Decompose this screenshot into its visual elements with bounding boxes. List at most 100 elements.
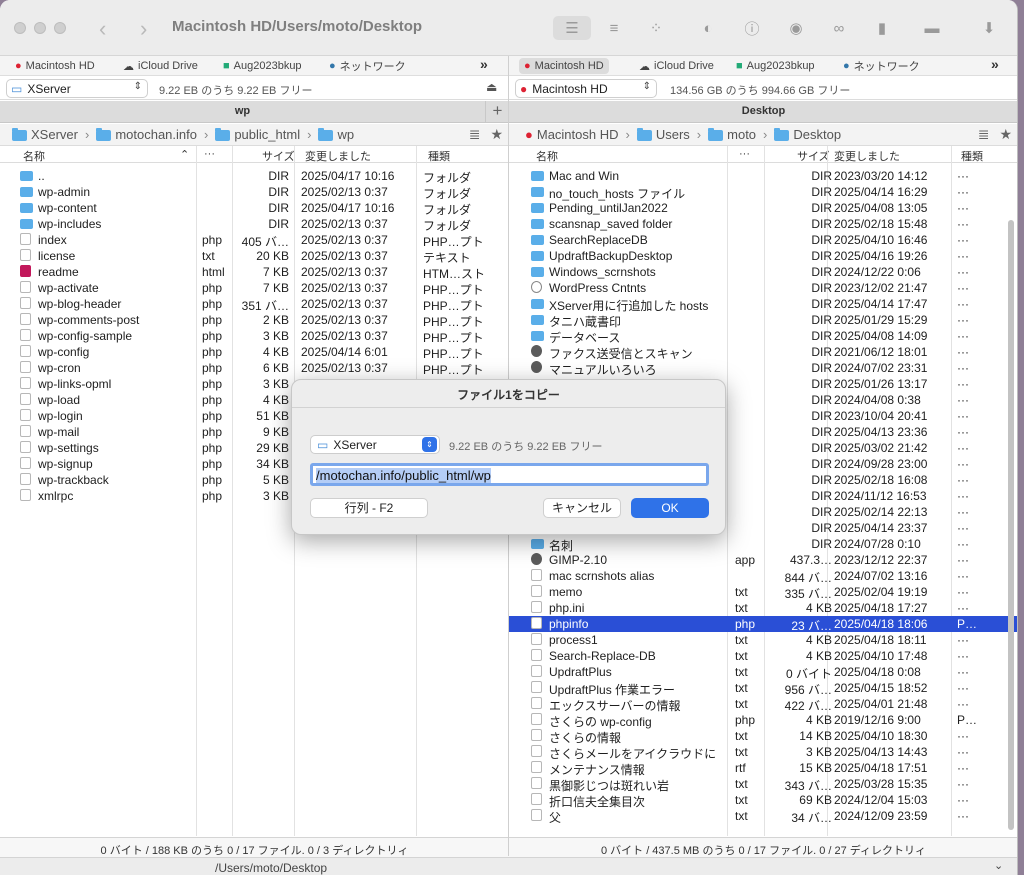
table-row[interactable]: さくらの情報 txt 14 KB 2025/04/10 18:30 ··· xyxy=(509,728,1017,745)
table-row[interactable]: GIMP-2.10 app 437.3… 2023/12/12 22:37 ··· xyxy=(509,552,1017,568)
crumb-users[interactable]: Users xyxy=(656,127,690,142)
right-tab[interactable]: Desktop xyxy=(509,105,1017,117)
table-row[interactable]: さくらメールをアイクラウドに txt 3 KB 2025/04/13 14:43 ··· xyxy=(509,744,1017,761)
list-view-icon[interactable]: ☰ xyxy=(553,16,591,40)
crumb-macintosh-hd[interactable]: Macintosh HD xyxy=(537,127,619,142)
download-icon[interactable]: ⬇ xyxy=(975,16,1003,40)
toggle-icon[interactable]: ◐ xyxy=(694,16,722,40)
back-arrow-icon[interactable]: ‹ xyxy=(99,16,106,42)
table-row[interactable]: wp-admin DIR 2025/02/13 0:37 フォルダ xyxy=(0,184,509,201)
crumb-xserver[interactable]: XServer xyxy=(31,127,78,142)
table-row[interactable]: Pending_untilJan2022 DIR 2025/04/08 13:05 ·… xyxy=(509,200,1017,216)
brief-view-icon[interactable]: ≡ xyxy=(600,16,628,40)
table-row[interactable]: readme html 7 KB 2025/02/13 0:37 HTM…スト xyxy=(0,264,509,281)
table-row[interactable]: wp-cron php 6 KB 2025/02/13 0:37 PHP…プト xyxy=(0,360,509,377)
cancel-button[interactable]: キャンセル xyxy=(543,498,621,518)
table-row[interactable]: wp-blog-header php 351 バ… 2025/02/13 0:37 PH… xyxy=(0,296,509,313)
table-row[interactable]: scansnap_saved folder DIR 2025/02/18 15:48… xyxy=(509,216,1017,232)
fav-macintosh-hd[interactable]: ● Macintosh HD xyxy=(10,58,100,74)
table-row[interactable]: phpinfo php 23 バ… 2025/04/18 18:06 P… xyxy=(509,616,1017,633)
crumb-motochan[interactable]: motochan.info xyxy=(115,127,197,142)
minimize-window-button[interactable] xyxy=(34,22,46,34)
table-row[interactable]: 折口信夫全集目次 txt 69 KB 2024/12/04 15:03 ··· xyxy=(509,792,1017,809)
star-icon[interactable]: ★ xyxy=(490,126,503,143)
table-row[interactable]: Search-Replace-DB txt 4 KB 2025/04/10 17:48… xyxy=(509,648,1017,664)
table-row[interactable]: 父 txt 34 バ… 2024/12/09 23:59 ··· xyxy=(509,808,1017,825)
table-row[interactable]: 黒御影じつは斑れい岩 txt 343 バ… 2025/03/28 15:35 ··· xyxy=(509,776,1017,793)
queue-button[interactable]: 行列 - F2 xyxy=(310,498,428,518)
col-ext[interactable]: ··· xyxy=(739,148,750,160)
table-row[interactable]: wp-activate php 7 KB 2025/02/13 0:37 PHP…プト xyxy=(0,280,509,297)
col-name[interactable]: 名称 xyxy=(23,148,45,164)
table-row[interactable]: UpdraftPlus txt 0 バイト 2025/04/18 0:08 ··· xyxy=(509,664,1017,681)
fav-icloud-drive[interactable]: ☁ iCloud Drive xyxy=(634,58,719,74)
zoom-window-button[interactable] xyxy=(54,22,66,34)
fav-icloud-drive[interactable]: ☁ iCloud Drive xyxy=(118,58,203,74)
table-row[interactable]: process1 txt 4 KB 2025/04/18 18:11 ··· xyxy=(509,632,1017,648)
table-row[interactable]: wp-includes DIR 2025/02/13 0:37 フォルダ xyxy=(0,216,509,233)
col-ext[interactable]: ··· xyxy=(204,148,215,160)
crumb-desktop[interactable]: Desktop xyxy=(793,127,841,142)
crumb-wp[interactable]: wp xyxy=(337,127,354,142)
fav-aug2023bkup[interactable]: ■ Aug2023bkup xyxy=(218,58,307,74)
add-tab-icon[interactable]: + xyxy=(485,101,509,123)
crumb-public-html[interactable]: public_html xyxy=(234,127,300,142)
table-row[interactable]: .. DIR 2025/04/17 10:16 フォルダ xyxy=(0,168,509,185)
close-window-button[interactable] xyxy=(14,22,26,34)
col-size[interactable]: サイズ xyxy=(797,148,830,164)
destination-path-input[interactable]: /motochan.info/public_html/wp xyxy=(310,463,709,486)
fav-network[interactable]: ● ネットワーク xyxy=(324,58,411,74)
more-favorites-icon[interactable]: » xyxy=(480,56,488,72)
table-row[interactable]: SearchReplaceDB DIR 2025/04/10 16:46 ··· xyxy=(509,232,1017,248)
star-icon[interactable]: ★ xyxy=(999,126,1012,143)
table-row[interactable]: wp-config php 4 KB 2025/04/14 6:01 PHP…プト xyxy=(0,344,509,361)
table-row[interactable]: index php 405 バ… 2025/02/13 0:37 PHP…プト xyxy=(0,232,509,249)
col-kind[interactable]: 種類 xyxy=(961,148,983,164)
col-kind[interactable]: 種類 xyxy=(428,148,450,164)
dialog-drive-select[interactable]: ▭ XServer ⇕ xyxy=(310,435,440,454)
col-modified[interactable]: 変更しました xyxy=(834,148,900,164)
table-row[interactable]: license txt 20 KB 2025/02/13 0:37 テキスト xyxy=(0,248,509,265)
table-row[interactable]: Mac and Win DIR 2023/03/20 14:12 ··· xyxy=(509,168,1017,184)
right-scrollbar[interactable] xyxy=(1006,220,1016,830)
table-row[interactable]: php.ini txt 4 KB 2025/04/18 17:27 ··· xyxy=(509,600,1017,616)
col-modified[interactable]: 変更しました xyxy=(305,148,371,164)
table-row[interactable]: マニュアルいろいろ DIR 2024/07/02 23:31 ··· xyxy=(509,360,1017,377)
crumb-moto[interactable]: moto xyxy=(727,127,756,142)
list-icon[interactable]: ≣ xyxy=(978,126,990,143)
table-row[interactable]: memo txt 335 バ… 2025/02/04 19:19 ··· xyxy=(509,584,1017,601)
fav-network[interactable]: ● ネットワーク xyxy=(838,58,925,74)
table-row[interactable]: さくらの wp-config php 4 KB 2019/12/16 9:00 P… xyxy=(509,712,1017,729)
table-row[interactable]: WordPress Cntnts DIR 2023/12/02 21:47 ··· xyxy=(509,280,1017,296)
share-icon[interactable]: ▬ xyxy=(918,16,946,40)
table-row[interactable]: データベース DIR 2025/04/08 14:09 ··· xyxy=(509,328,1017,345)
eject-icon[interactable]: ⏏ xyxy=(486,80,497,94)
table-row[interactable]: タニハ蔵書印 DIR 2025/01/29 15:29 ··· xyxy=(509,312,1017,329)
list-icon[interactable]: ≣ xyxy=(469,126,481,143)
table-row[interactable]: wp-config-sample php 3 KB 2025/02/13 0:37 PH… xyxy=(0,328,509,345)
table-row[interactable]: エックスサーバーの情報 txt 422 バ… 2025/04/01 21:48 ··· xyxy=(509,696,1017,713)
forward-arrow-icon[interactable]: › xyxy=(140,16,147,42)
col-size[interactable]: サイズ xyxy=(262,148,295,164)
fav-macintosh-hd[interactable]: ● Macintosh HD xyxy=(519,58,609,74)
info-icon[interactable]: ⓘ xyxy=(738,16,766,40)
col-name[interactable]: 名称 xyxy=(536,148,558,164)
table-row[interactable]: メンテナンス情報 rtf 15 KB 2025/04/18 17:51 ··· xyxy=(509,760,1017,777)
terminal-icon[interactable]: ▮ xyxy=(868,16,896,40)
table-row[interactable]: ファクス送受信とスキャン DIR 2021/06/12 18:01 ··· xyxy=(509,344,1017,361)
table-row[interactable]: XServer用に行追加した hosts DIR 2025/04/14 17:47 ·… xyxy=(509,296,1017,313)
right-drive-select[interactable]: ● Macintosh HD ⇕ xyxy=(515,79,657,98)
table-row[interactable]: wp-content DIR 2025/04/17 10:16 フォルダ xyxy=(0,200,509,217)
left-drive-select[interactable]: ▭ XServer ⇕ xyxy=(6,79,148,98)
thumbnail-view-icon[interactable]: ⁘ xyxy=(642,16,670,40)
table-row[interactable]: UpdraftBackupDesktop DIR 2025/04/16 19:26 ·… xyxy=(509,248,1017,264)
table-row[interactable]: 名刺 DIR 2024/07/28 0:10 ··· xyxy=(509,536,1017,553)
table-row[interactable]: Windows_scrnshots DIR 2024/12/22 0:06 ··· xyxy=(509,264,1017,280)
more-favorites-icon[interactable]: » xyxy=(991,56,999,72)
fav-aug2023bkup[interactable]: ■ Aug2023bkup xyxy=(731,58,820,74)
table-row[interactable]: mac scrnshots alias 844 バ… 2024/07/02 13:1… xyxy=(509,568,1017,585)
binoculars-icon[interactable]: ∞ xyxy=(825,16,853,40)
table-row[interactable]: UpdraftPlus 作業エラー txt 956 バ… 2025/04/15 18:… xyxy=(509,680,1017,697)
ok-button[interactable]: OK xyxy=(631,498,709,518)
table-row[interactable]: no_touch_hosts ファイル DIR 2025/04/14 16:29 ··… xyxy=(509,184,1017,201)
